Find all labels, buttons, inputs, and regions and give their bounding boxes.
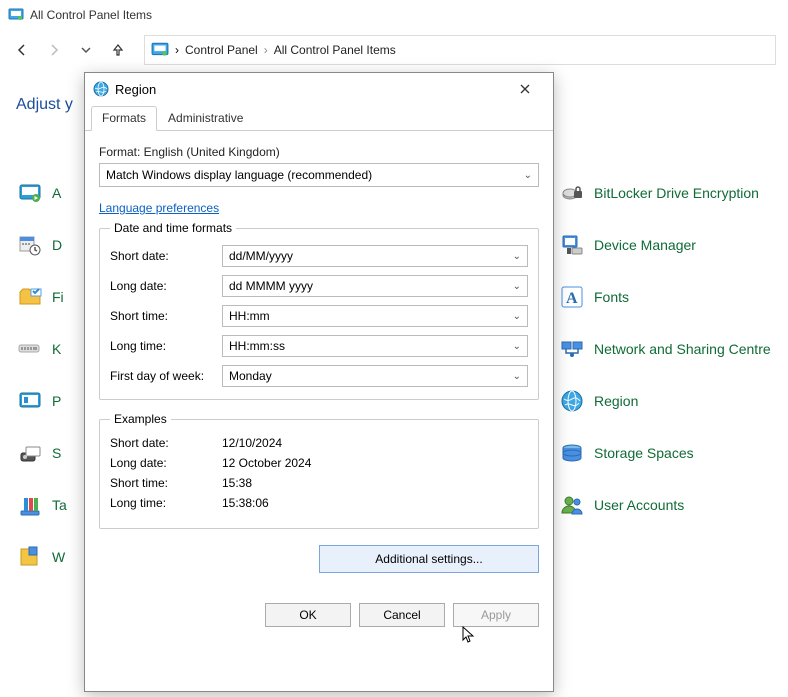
address-bar[interactable]: › Control Panel › All Control Panel Item…: [144, 35, 776, 65]
language-preferences-link[interactable]: Language preferences: [99, 201, 219, 215]
date-time-formats-group: Date and time formats Short date:dd/MM/y…: [99, 221, 539, 400]
cp-item-device-manager[interactable]: Device Manager: [560, 226, 780, 264]
cp-item-fonts[interactable]: AFonts: [560, 278, 780, 316]
breadcrumb-sep: ›: [175, 43, 179, 57]
short-time-label: Short time:: [110, 309, 222, 323]
format-label: Format: English (United Kingdom): [99, 145, 539, 159]
breadcrumb-sep: ›: [264, 43, 268, 57]
group-legend: Examples: [110, 412, 171, 426]
tab-body-formats: Format: English (United Kingdom) Match W…: [85, 131, 553, 595]
chevron-down-icon: ⌄: [524, 170, 532, 181]
example-short-time-label: Short time:: [110, 476, 222, 490]
dialog-button-row: OK Cancel Apply: [85, 595, 553, 639]
long-time-select[interactable]: HH:mm:ss⌄: [222, 335, 528, 357]
first-day-select[interactable]: Monday⌄: [222, 365, 528, 387]
chevron-down-icon: ⌄: [513, 311, 521, 322]
up-button[interactable]: [108, 40, 128, 60]
example-long-date-value: 12 October 2024: [222, 456, 311, 470]
cp-item-user-accounts[interactable]: User Accounts: [560, 486, 780, 524]
format-select[interactable]: Match Windows display language (recommen…: [99, 163, 539, 187]
chevron-down-icon: ⌄: [513, 371, 521, 382]
example-long-time-label: Long time:: [110, 496, 222, 510]
example-long-date-label: Long date:: [110, 456, 222, 470]
breadcrumb-item[interactable]: Control Panel: [185, 43, 258, 57]
dialog-tabs: Formats Administrative: [85, 105, 553, 131]
page-heading-partial: Adjust y: [16, 96, 73, 114]
back-button[interactable]: [12, 40, 32, 60]
group-legend: Date and time formats: [110, 221, 236, 235]
control-panel-icon: [8, 7, 24, 23]
example-short-time-value: 15:38: [222, 476, 252, 490]
cp-item-storage-spaces[interactable]: Storage Spaces: [560, 434, 780, 472]
recent-dropdown-button[interactable]: [76, 40, 96, 60]
window-title: All Control Panel Items: [30, 8, 152, 22]
globe-icon: [93, 81, 109, 97]
examples-group: Examples Short date:12/10/2024 Long date…: [99, 412, 539, 529]
example-long-time-value: 15:38:06: [222, 496, 269, 510]
dialog-titlebar[interactable]: Region: [85, 73, 553, 105]
short-date-label: Short date:: [110, 249, 222, 263]
format-select-value: Match Windows display language (recommen…: [106, 168, 372, 182]
additional-settings-button[interactable]: Additional settings...: [319, 545, 539, 573]
chevron-down-icon: ⌄: [513, 341, 521, 352]
short-date-select[interactable]: dd/MM/yyyy⌄: [222, 245, 528, 267]
cancel-button[interactable]: Cancel: [359, 603, 445, 627]
nav-toolbar: › Control Panel › All Control Panel Item…: [0, 30, 788, 70]
svg-text:A: A: [566, 290, 578, 307]
dialog-title: Region: [115, 82, 505, 97]
cp-item-network-sharing[interactable]: Network and Sharing Centre: [560, 330, 780, 368]
cp-item-bitlocker[interactable]: BitLocker Drive Encryption: [560, 174, 780, 212]
tab-administrative[interactable]: Administrative: [157, 106, 254, 131]
long-time-label: Long time:: [110, 339, 222, 353]
tab-formats[interactable]: Formats: [91, 106, 157, 131]
long-date-label: Long date:: [110, 279, 222, 293]
short-time-select[interactable]: HH:mm⌄: [222, 305, 528, 327]
chevron-down-icon: ⌄: [513, 281, 521, 292]
cp-item-region[interactable]: Region: [560, 382, 780, 420]
chevron-down-icon: ⌄: [513, 251, 521, 262]
first-day-label: First day of week:: [110, 369, 222, 383]
close-button[interactable]: [505, 75, 545, 103]
forward-button[interactable]: [44, 40, 64, 60]
region-dialog: Region Formats Administrative Format: En…: [84, 72, 554, 692]
breadcrumb-item[interactable]: All Control Panel Items: [274, 43, 396, 57]
ok-button[interactable]: OK: [265, 603, 351, 627]
example-short-date-value: 12/10/2024: [222, 436, 282, 450]
example-short-date-label: Short date:: [110, 436, 222, 450]
control-panel-icon: [151, 41, 169, 59]
apply-button[interactable]: Apply: [453, 603, 539, 627]
window-titlebar: All Control Panel Items: [0, 0, 788, 30]
long-date-select[interactable]: dd MMMM yyyy⌄: [222, 275, 528, 297]
